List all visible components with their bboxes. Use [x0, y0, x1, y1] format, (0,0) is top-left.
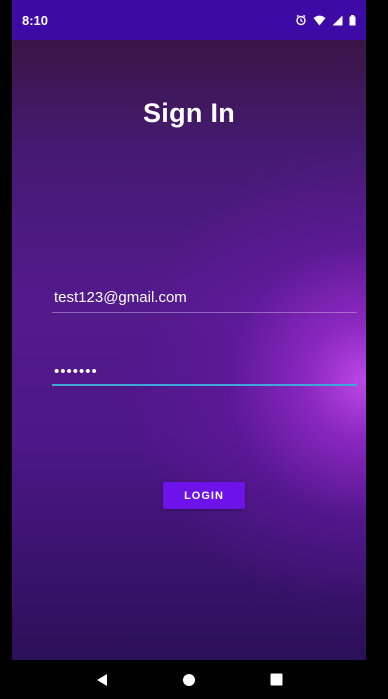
status-icons — [295, 14, 356, 26]
page-title: Sign In — [142, 98, 236, 128]
password-field-wrapper — [52, 358, 357, 386]
battery-icon — [349, 14, 356, 26]
wifi-icon — [313, 15, 326, 26]
back-icon[interactable] — [95, 673, 109, 687]
login-button[interactable]: LOGIN — [163, 482, 245, 509]
status-time: 8:10 — [22, 12, 49, 28]
signal-icon — [332, 15, 343, 26]
home-icon[interactable] — [182, 673, 196, 687]
navigation-bar — [12, 660, 366, 699]
phone-frame: 8:10 Sign In test123@gmail.com ••••••• L… — [0, 0, 388, 699]
sign-in-screen: Sign In LOGIN — [12, 40, 366, 660]
email-field[interactable] — [52, 283, 357, 312]
status-bar: 8:10 — [12, 0, 366, 40]
recents-icon[interactable] — [270, 673, 283, 686]
alarm-icon — [295, 14, 307, 26]
email-field-wrapper — [52, 283, 357, 313]
password-field[interactable] — [52, 358, 357, 384]
